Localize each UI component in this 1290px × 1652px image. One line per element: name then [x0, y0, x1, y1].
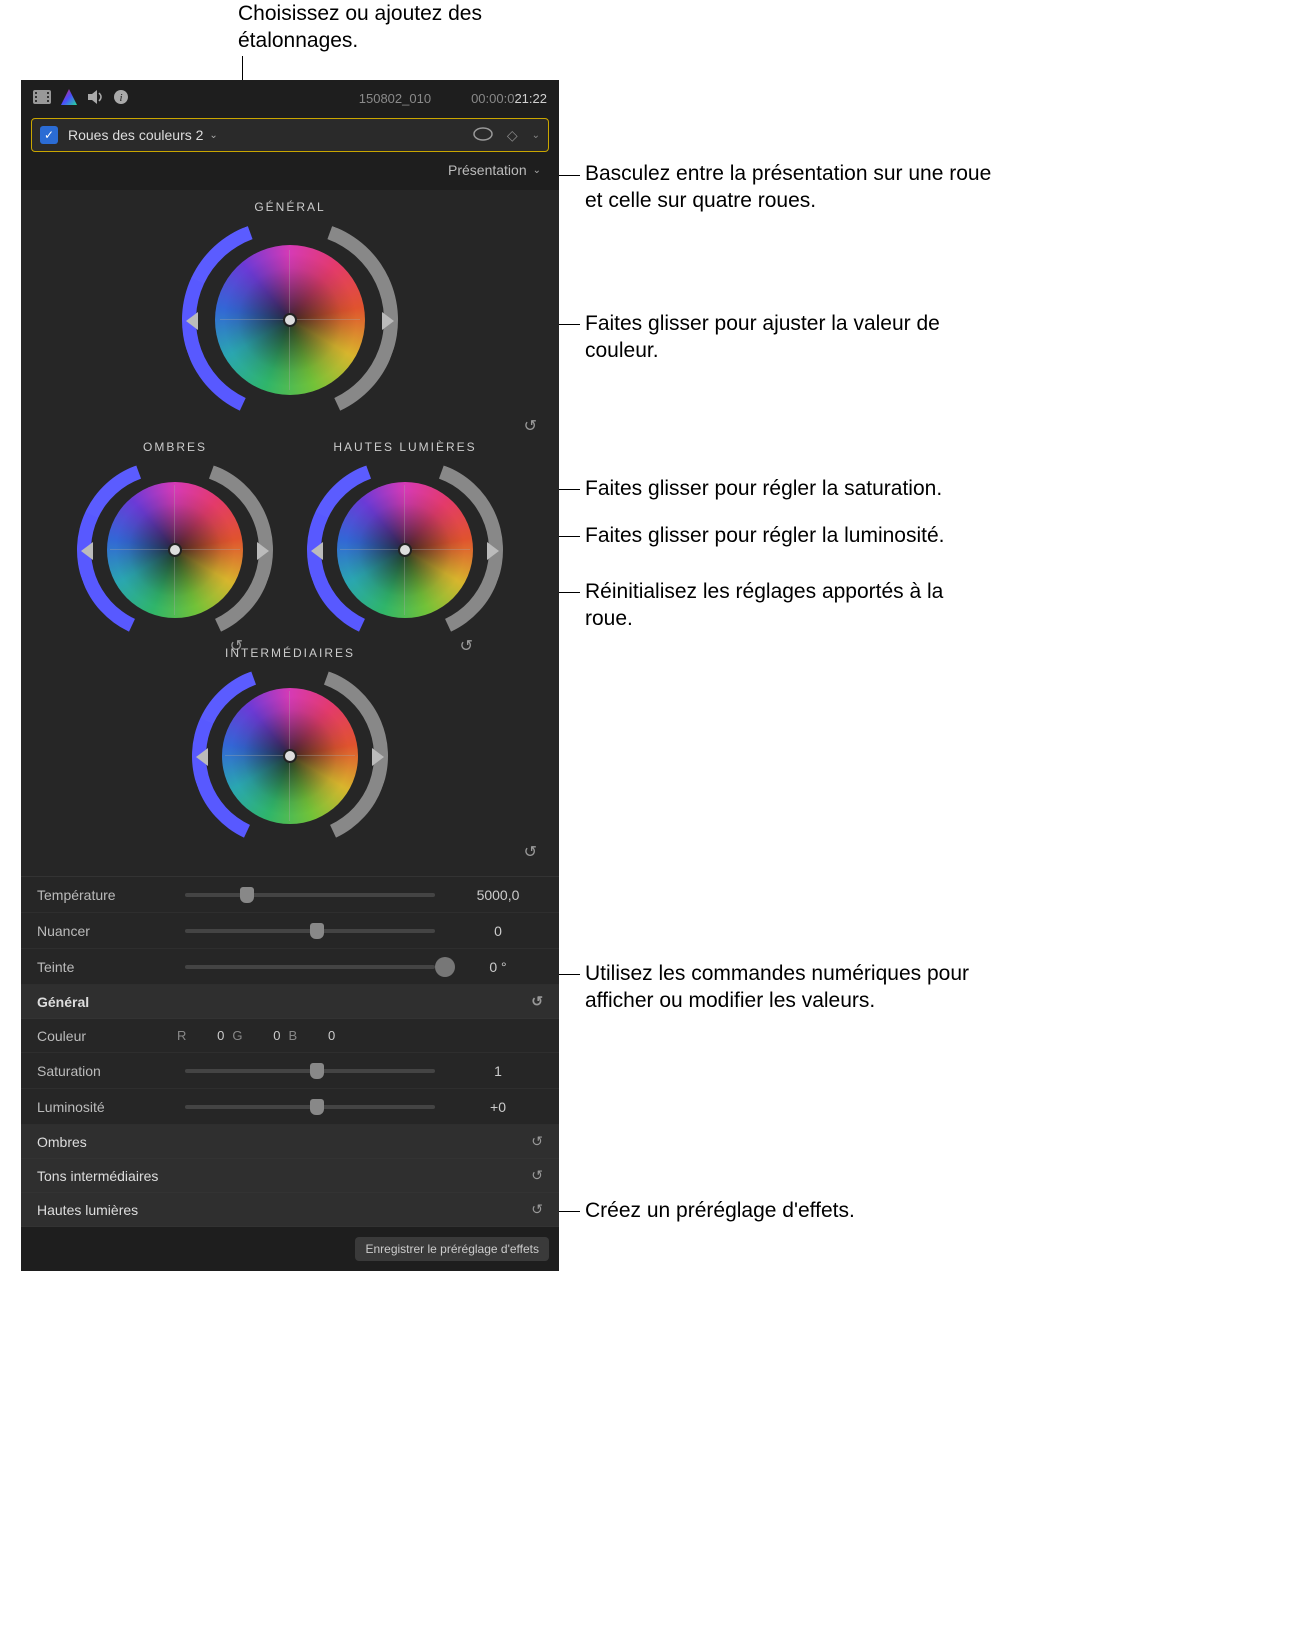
param-saturation: Saturation 1 [21, 1053, 559, 1089]
inspector-panel: i 150802_010 00:00:021:22 ✓ Roues des co… [21, 80, 559, 1271]
correction-dropdown[interactable]: Roues des couleurs 2 [68, 127, 203, 143]
wheel-highlights: HAUTES LUMIÈRES ↺ [315, 440, 495, 656]
param-hue: Teinte 0 ° [21, 949, 559, 985]
color-wheel-general[interactable] [190, 220, 390, 420]
tint-slider[interactable] [185, 929, 435, 933]
param-brightness: Luminosité +0 [21, 1089, 559, 1125]
temperature-slider[interactable] [185, 893, 435, 897]
saturation-slider[interactable] [185, 1069, 435, 1073]
color-tab-icon[interactable] [61, 89, 77, 108]
wheel-mids: INTERMÉDIAIRES ↺ [21, 646, 559, 862]
section-highlights[interactable]: Hautes lumières ↺ [21, 1193, 559, 1227]
wheel-general: GÉNÉRAL ↺ [21, 200, 559, 436]
temperature-value[interactable]: 5000,0 [453, 887, 543, 903]
color-wheel-highlights[interactable] [315, 460, 495, 640]
reset-wheel-button[interactable]: ↺ [524, 416, 537, 436]
brightness-handle[interactable] [487, 542, 499, 560]
keyframe-dropdown-icon[interactable]: ⌄ [532, 130, 540, 141]
reset-icon[interactable]: ↺ [531, 1133, 543, 1150]
hue-slider[interactable] [185, 965, 435, 969]
inspector-tabs: i 150802_010 00:00:021:22 [21, 80, 559, 116]
saturation-handle[interactable] [81, 542, 93, 560]
global-params: Température 5000,0 Nuancer 0 Teinte 0 ° [21, 876, 559, 985]
effect-enable-checkbox[interactable]: ✓ [40, 126, 58, 144]
rgb-r-value[interactable]: 0 [194, 1028, 224, 1043]
clip-name: 150802_010 [359, 91, 431, 106]
timecode: 00:00:021:22 [471, 91, 547, 106]
param-color-rgb: Couleur R 0 G 0 B 0 [21, 1019, 559, 1053]
color-control-puck[interactable] [398, 543, 412, 557]
section-shadows[interactable]: Ombres ↺ [21, 1125, 559, 1159]
color-wheel-mids[interactable] [200, 666, 380, 846]
brightness-handle[interactable] [257, 542, 269, 560]
brightness-handle[interactable] [382, 312, 394, 330]
brightness-value[interactable]: +0 [453, 1099, 543, 1115]
hue-value[interactable]: 0 ° [453, 959, 543, 975]
reset-wheel-button[interactable]: ↺ [524, 842, 537, 862]
save-preset-button[interactable]: Enregistrer le préréglage d'effets [355, 1237, 549, 1261]
color-wheels-area: GÉNÉRAL ↺ OMBRES [21, 190, 559, 876]
wheel-label-general: GÉNÉRAL [254, 200, 325, 214]
saturation-handle[interactable] [186, 312, 198, 330]
section-general[interactable]: Général ↺ [21, 985, 559, 1019]
chevron-down-icon[interactable]: ⌄ [209, 130, 217, 141]
color-wheel-shadows[interactable] [85, 460, 265, 640]
tint-value[interactable]: 0 [453, 923, 543, 939]
rgb-b-value[interactable]: 0 [305, 1028, 335, 1043]
effect-header: ✓ Roues des couleurs 2 ⌄ ◇ ⌄ [31, 118, 549, 152]
video-tab-icon[interactable] [33, 90, 51, 107]
callout-drag-color: Faites glisser pour ajuster la valeur de… [585, 310, 965, 365]
reset-icon[interactable]: ↺ [531, 993, 543, 1010]
keyframe-icon[interactable]: ◇ [507, 127, 518, 144]
svg-text:i: i [119, 92, 122, 104]
presentation-dropdown[interactable]: Présentation ⌄ [21, 154, 559, 190]
chevron-down-icon: ⌄ [533, 165, 541, 176]
section-mids[interactable]: Tons intermédiaires ↺ [21, 1159, 559, 1193]
footer: Enregistrer le préréglage d'effets [21, 1227, 559, 1271]
callout-numeric: Utilisez les commandes numériques pour a… [585, 960, 1005, 1015]
wheel-shadows: OMBRES ↺ [85, 440, 265, 656]
color-control-puck[interactable] [168, 543, 182, 557]
wheel-label-shadows: OMBRES [143, 440, 207, 454]
saturation-handle[interactable] [196, 748, 208, 766]
saturation-value[interactable]: 1 [453, 1063, 543, 1079]
color-control-puck[interactable] [283, 749, 297, 763]
color-control-puck[interactable] [283, 313, 297, 327]
callout-preset: Créez un préréglage d'effets. [585, 1197, 965, 1224]
rgb-g-value[interactable]: 0 [251, 1028, 281, 1043]
wheel-label-highlights: HAUTES LUMIÈRES [333, 440, 476, 454]
callout-drag-sat: Faites glisser pour régler la saturation… [585, 475, 1005, 502]
brightness-slider[interactable] [185, 1105, 435, 1109]
info-tab-icon[interactable]: i [113, 89, 129, 108]
callout-top: Choisissez ou ajoutez des étalonnages. [238, 0, 558, 55]
callout-drag-lum: Faites glisser pour régler la luminosité… [585, 522, 1015, 549]
callout-presentation: Basculez entre la présentation sur une r… [585, 160, 1005, 215]
saturation-handle[interactable] [311, 542, 323, 560]
audio-tab-icon[interactable] [87, 90, 103, 107]
wheel-label-mids: INTERMÉDIAIRES [225, 646, 355, 660]
mask-icon[interactable] [473, 127, 493, 144]
reset-icon[interactable]: ↺ [531, 1201, 543, 1218]
reset-icon[interactable]: ↺ [531, 1167, 543, 1184]
callout-reset: Réinitialisez les réglages apportés à la… [585, 578, 965, 633]
param-temperature: Température 5000,0 [21, 877, 559, 913]
param-tint: Nuancer 0 [21, 913, 559, 949]
brightness-handle[interactable] [372, 748, 384, 766]
